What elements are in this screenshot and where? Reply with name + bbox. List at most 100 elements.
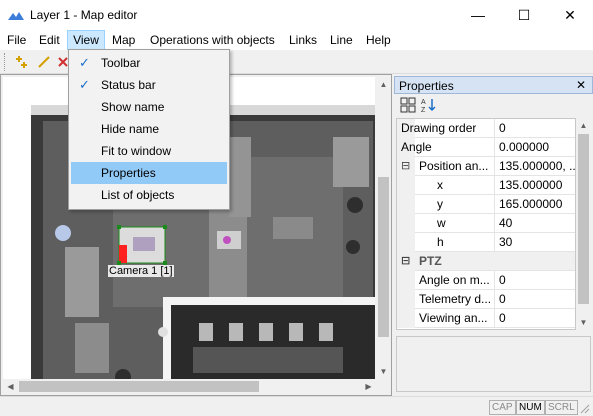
property-scroll-down-icon[interactable]: ▼ (576, 315, 591, 330)
property-scroll-up-icon[interactable]: ▲ (576, 118, 591, 133)
property-row[interactable]: Viewing an... 0 (397, 309, 575, 328)
maximize-icon: ☐ (517, 6, 531, 23)
property-value[interactable]: 40 (494, 214, 575, 233)
view-menu-item-label: Toolbar (101, 56, 141, 70)
view-menu-item-toolbar[interactable]: ✓ Toolbar (71, 52, 227, 74)
properties-title: Properties (399, 79, 454, 93)
minimize-icon: — (471, 7, 485, 23)
status-bar: CAP NUM SCRL (0, 396, 593, 416)
scroll-left-icon[interactable]: ◀ (3, 379, 18, 394)
maximize-button[interactable]: ☐ (501, 0, 547, 30)
property-name: PTZ (419, 254, 442, 268)
menu-help[interactable]: Help (366, 30, 391, 50)
scroll-right-icon[interactable]: ▶ (361, 379, 376, 394)
property-name: Viewing an... (419, 311, 488, 325)
property-row-gutter (397, 271, 415, 290)
map-horizontal-scroll-thumb[interactable] (19, 381, 259, 392)
property-row-gutter (397, 233, 415, 252)
property-row[interactable]: x 135.000000 (397, 176, 575, 195)
camera-label[interactable]: Camera 1 [1] (108, 265, 174, 277)
checkmark-icon: ✓ (79, 55, 90, 70)
property-value[interactable]: 165.000000 (494, 195, 575, 214)
properties-close-icon[interactable]: ✕ (576, 78, 586, 92)
property-value[interactable]: 0 (494, 290, 575, 309)
property-grid: Drawing order 0 Angle 0.000000 ⊟ Position an.… (396, 118, 576, 330)
map-horizontal-scrollbar[interactable]: ◀ ▶ (3, 379, 376, 394)
property-name: y (437, 197, 443, 211)
property-row[interactable]: Telemetry d... 0 (397, 290, 575, 309)
property-name: Angle (401, 140, 432, 154)
menu-map[interactable]: Map (112, 30, 135, 50)
scroll-down-icon[interactable]: ▼ (376, 364, 391, 379)
property-value[interactable]: 0 (494, 119, 575, 138)
scroll-lock-indicator: SCRL (545, 400, 578, 415)
property-value[interactable]: 0 (494, 309, 575, 328)
menu-links[interactable]: Links (289, 30, 317, 50)
view-menu-item-status-bar[interactable]: ✓ Status bar (71, 74, 227, 96)
property-row-gutter (397, 176, 415, 195)
categorized-view-icon[interactable] (400, 97, 416, 113)
property-row-gutter: ⊟ (397, 252, 415, 271)
menu-view[interactable]: View (67, 30, 105, 50)
menu-file[interactable]: File (7, 30, 26, 50)
toolbar-grip[interactable] (4, 53, 6, 71)
add-point-icon[interactable] (14, 54, 30, 70)
property-name: w (437, 216, 446, 230)
title-bar: Layer 1 - Map editor — ☐ ✕ (0, 0, 593, 30)
view-menu-item-label: Hide name (101, 122, 160, 136)
property-row[interactable]: h 30 (397, 233, 575, 252)
property-scroll-thumb[interactable] (578, 134, 589, 304)
view-menu-item-properties[interactable]: Properties (71, 162, 227, 184)
property-value[interactable]: 135.000000 (494, 176, 575, 195)
svg-text:A: A (421, 99, 426, 106)
property-name: h (437, 235, 444, 249)
menu-edit[interactable]: Edit (39, 30, 60, 50)
property-grid-scrollbar[interactable]: ▲ ▼ (576, 118, 591, 330)
properties-toolbar: A Z (394, 94, 593, 116)
property-row-gutter (397, 290, 415, 309)
property-row[interactable]: Drawing order 0 (397, 119, 575, 138)
map-vertical-scroll-thumb[interactable] (378, 177, 389, 337)
map-vertical-scrollbar[interactable]: ▲ ▼ (376, 77, 391, 379)
property-row[interactable]: Angle on m... 0 (397, 271, 575, 290)
properties-header: Properties ✕ (394, 76, 593, 94)
view-menu-item-list-of-objects[interactable]: List of objects (71, 184, 227, 206)
window-title: Layer 1 - Map editor (30, 8, 138, 22)
view-menu-item-fit-to-window[interactable]: Fit to window (71, 140, 227, 162)
property-row[interactable]: ⊟ Position an... 135.000000, ... (397, 157, 575, 176)
caps-lock-indicator: CAP (489, 400, 516, 415)
num-lock-indicator: NUM (516, 400, 545, 415)
property-row-gutter (397, 309, 415, 328)
property-name: Angle on m... (419, 273, 490, 287)
menu-bar: File Edit View Map Operations with objec… (0, 30, 593, 50)
property-row[interactable]: y 165.000000 (397, 195, 575, 214)
menu-line[interactable]: Line (330, 30, 353, 50)
view-menu-dropdown: ✓ Toolbar ✓ Status bar Show name Hide name Fit… (68, 49, 230, 210)
alphabetical-sort-icon[interactable]: A Z (420, 97, 436, 113)
close-button[interactable]: ✕ (547, 0, 593, 30)
view-menu-item-hide-name[interactable]: Hide name (71, 118, 227, 140)
property-category[interactable]: ⊟ PTZ (397, 252, 575, 271)
properties-panel: Properties ✕ A Z Drawing order 0 Angle 0.00… (394, 76, 593, 396)
property-value[interactable]: 0.000000 (494, 138, 575, 157)
property-value[interactable]: 135.000000, ... (494, 157, 575, 176)
view-menu-item-label: Show name (101, 100, 165, 114)
property-row[interactable]: Angle 0.000000 (397, 138, 575, 157)
view-menu-item-show-name[interactable]: Show name (71, 96, 227, 118)
property-row[interactable]: w 40 (397, 214, 575, 233)
map-app-icon (8, 12, 24, 20)
collapse-icon[interactable]: ⊟ (401, 157, 410, 176)
property-value[interactable]: 30 (494, 233, 575, 252)
resize-grip-icon[interactable] (578, 402, 590, 414)
minimize-button[interactable]: — (455, 0, 501, 30)
property-value[interactable]: 0 (494, 271, 575, 290)
property-row-gutter (397, 214, 415, 233)
menu-operations-with-objects[interactable]: Operations with objects (150, 30, 275, 50)
property-name: x (437, 178, 443, 192)
property-name: Telemetry d... (419, 292, 492, 306)
draw-line-icon[interactable] (36, 54, 52, 70)
collapse-icon[interactable]: ⊟ (401, 252, 410, 271)
view-menu-item-label: List of objects (101, 188, 175, 202)
scroll-up-icon[interactable]: ▲ (376, 77, 391, 92)
property-name: Drawing order (401, 121, 477, 135)
